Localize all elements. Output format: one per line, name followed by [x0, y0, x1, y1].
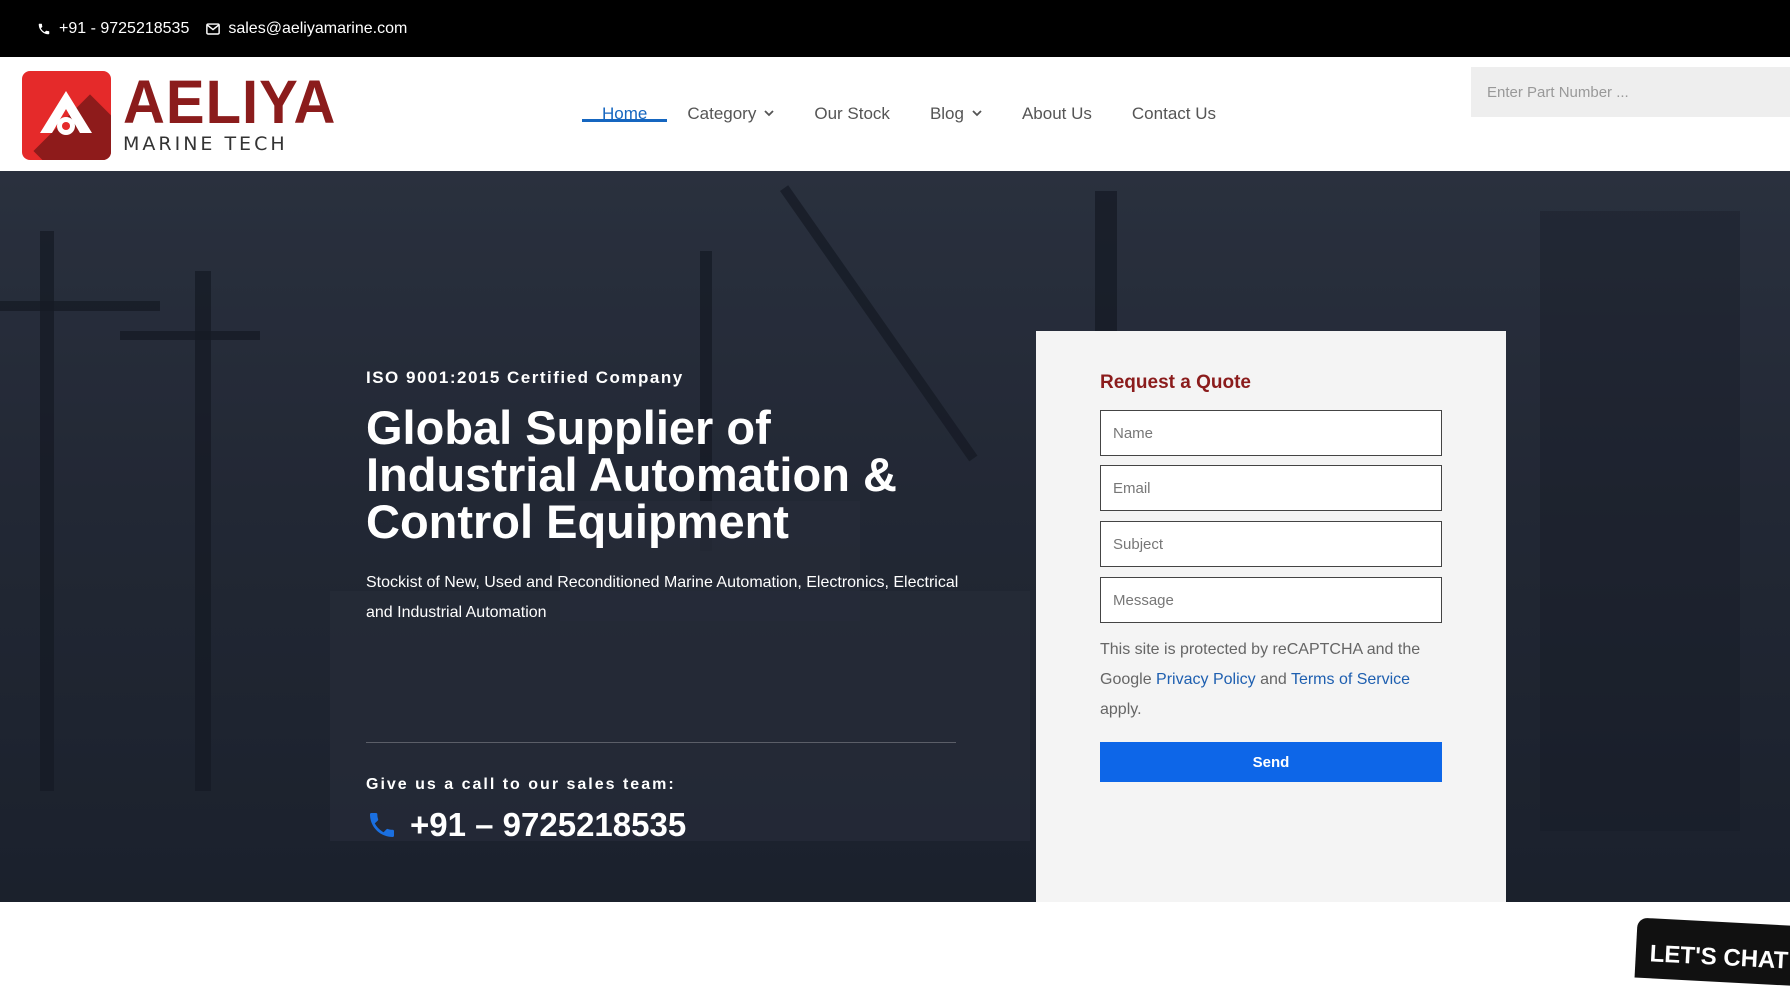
logo-name: AELIYA: [123, 68, 337, 137]
site-logo[interactable]: AELIYA MARINE TECH: [22, 70, 335, 160]
nav-item-our-stock[interactable]: Our Stock: [794, 57, 910, 171]
nav-item-category[interactable]: Category: [667, 57, 794, 171]
sales-phone[interactable]: +91 – 9725218535: [366, 806, 686, 844]
chevron-down-icon: [972, 108, 982, 120]
request-quote-form: Request a Quote Name Email Subject Messa…: [1036, 331, 1506, 902]
recaptcha-notice-suffix: apply.: [1100, 701, 1142, 718]
envelope-icon: [205, 21, 220, 36]
lets-chat-button[interactable]: LET'S CHAT!: [1634, 917, 1790, 986]
nav-item-blog[interactable]: Blog: [910, 57, 1002, 171]
nav-item-label: Contact Us: [1131, 104, 1216, 123]
nav-item-label: About Us: [1021, 104, 1092, 123]
site-header: AELIYA MARINE TECH Home Category Our Sto…: [0, 57, 1790, 171]
email-field[interactable]: Email: [1100, 465, 1442, 511]
main-nav: Home Category Our Stock Blog About Us Co…: [582, 57, 1236, 171]
topbar-email-text: sales@aeliyamarine.com: [228, 19, 408, 37]
phone-icon: [36, 21, 51, 36]
terms-of-service-link[interactable]: Terms of Service: [1291, 671, 1410, 688]
topbar-phone-text: +91 - 9725218535: [59, 19, 190, 37]
nav-item-contact-us[interactable]: Contact Us: [1112, 57, 1236, 171]
hero-section: ISO 9001:2015 Certified Company Global S…: [0, 171, 1790, 902]
subject-field[interactable]: Subject: [1100, 521, 1442, 567]
nav-item-label: Our Stock: [814, 104, 890, 123]
topbar-email[interactable]: sales@aeliyamarine.com: [205, 20, 407, 38]
call-sales-label: Give us a call to our sales team:: [366, 776, 676, 793]
hero-subline: Stockist of New, Used and Reconditioned …: [366, 574, 959, 621]
logo-mark-icon: [22, 70, 111, 160]
recaptcha-notice-and: and: [1260, 671, 1287, 688]
nav-item-label: Category: [687, 104, 757, 123]
quote-form-title: Request a Quote: [1100, 372, 1251, 393]
chevron-down-icon: [764, 108, 774, 120]
nav-item-about-us[interactable]: About Us: [1002, 57, 1112, 171]
hero-divider: [366, 742, 956, 743]
lets-chat-label: LET'S CHAT!: [1649, 940, 1790, 975]
topbar-phone[interactable]: +91 - 9725218535: [36, 20, 189, 38]
top-contact-bar: +91 - 9725218535 sales@aeliyamarine.com: [0, 0, 1790, 57]
part-number-search-input[interactable]: Enter Part Number ...: [1471, 67, 1790, 117]
send-button[interactable]: Send: [1100, 742, 1442, 782]
hero-headline: Global Supplier of Industrial Automation…: [366, 401, 897, 548]
phone-icon: [366, 809, 398, 841]
nav-item-home[interactable]: Home: [582, 57, 668, 171]
recaptcha-notice: This site is protected by reCAPTCHA and …: [1100, 635, 1442, 725]
certification-label: ISO 9001:2015 Certified Company: [366, 368, 684, 387]
privacy-policy-link[interactable]: Privacy Policy: [1156, 671, 1256, 688]
sales-phone-number: +91 – 9725218535: [410, 806, 687, 843]
message-field[interactable]: Message: [1100, 577, 1442, 623]
nav-item-label: Blog: [929, 104, 964, 123]
name-field[interactable]: Name: [1100, 410, 1442, 456]
nav-item-label: Home: [602, 104, 648, 123]
